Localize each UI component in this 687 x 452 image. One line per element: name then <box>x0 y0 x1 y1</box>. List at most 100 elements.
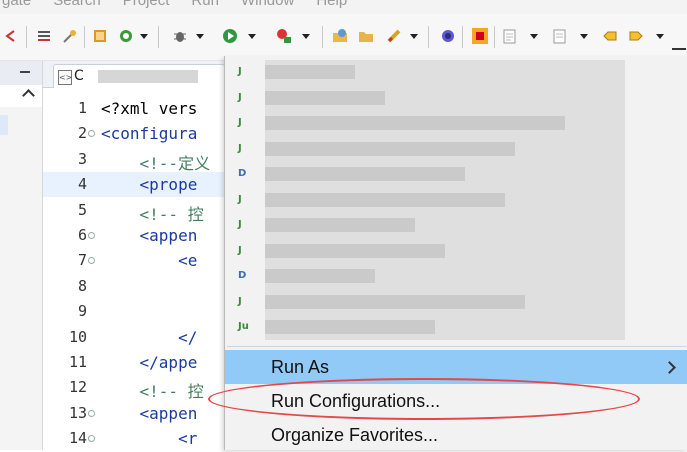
code-line[interactable]: 2 <configura <box>43 121 224 146</box>
chevron-up-icon[interactable] <box>22 89 35 102</box>
line-number: 1 <box>77 99 87 117</box>
prev-icon[interactable] <box>602 28 618 44</box>
junit-test-icon: J <box>238 193 242 205</box>
main-toolbar <box>0 14 687 61</box>
code-text: <appen <box>101 403 198 423</box>
line-number: 12 <box>68 378 87 397</box>
chevron-down-icon[interactable] <box>656 34 664 39</box>
organize-favorites-label: Organize Favorites... <box>271 425 439 445</box>
junit-test-icon: Ju <box>238 321 249 332</box>
line-number: 4 <box>77 175 87 194</box>
code-line[interactable]: 11 </appe <box>43 350 224 375</box>
code-token: <prope <box>101 175 198 195</box>
open-folder-icon[interactable] <box>358 28 374 44</box>
code-line[interactable]: 14 <r <box>43 426 224 451</box>
junit-launch-icon: J <box>238 66 242 77</box>
package-explorer-pane <box>0 61 43 450</box>
code-text: <r <box>101 429 197 448</box>
code-line[interactable]: 6 <appen <box>43 223 224 248</box>
outline-icon[interactable] <box>36 28 52 44</box>
code-line[interactable]: 5 <!-- 控 <box>43 198 224 225</box>
fold-toggle-icon[interactable] <box>88 232 95 239</box>
edit-icon[interactable] <box>502 28 518 44</box>
minimize-icon[interactable] <box>20 71 30 73</box>
toolbar-separator <box>158 26 159 48</box>
tools-icon[interactable] <box>62 28 78 44</box>
fold-toggle-icon[interactable] <box>88 130 95 138</box>
chevron-down-icon[interactable] <box>302 34 310 39</box>
save-icon[interactable] <box>552 28 568 44</box>
app-launch-icon: J <box>238 142 242 154</box>
code-line[interactable]: 13 <appen <box>43 401 224 426</box>
circle-icon[interactable] <box>440 28 456 44</box>
code-token: <r <box>101 429 198 449</box>
code-line[interactable]: 12 <!-- 控 <box>43 375 224 402</box>
build-icon[interactable] <box>92 28 108 44</box>
menu-project[interactable]: Project <box>123 0 170 9</box>
menu-window[interactable]: Window <box>241 0 294 9</box>
tree-row[interactable] <box>0 85 42 107</box>
code-line[interactable]: 3 <!--定义 <box>43 147 224 174</box>
line-number: 3 <box>77 149 87 168</box>
chevron-down-icon[interactable] <box>140 34 148 39</box>
toolbar-separator <box>428 26 429 48</box>
line-number: 8 <box>77 276 87 295</box>
debug-icon[interactable] <box>172 28 188 44</box>
chevron-down-icon[interactable] <box>196 34 204 39</box>
code-line[interactable]: 4 <prope <box>43 172 224 198</box>
blurred-region <box>98 70 198 83</box>
menu-help[interactable]: Help <box>316 0 347 9</box>
code-text: <prope <box>101 175 198 195</box>
back-icon[interactable] <box>2 28 18 44</box>
chevron-down-icon[interactable] <box>580 34 588 39</box>
next-icon[interactable] <box>628 28 644 44</box>
toolbar-separator <box>462 26 463 48</box>
code-token: <?xml vers <box>101 99 198 118</box>
junit-test-icon: J <box>238 244 242 256</box>
view-tab[interactable] <box>0 61 42 86</box>
blurred-region <box>265 60 625 340</box>
stop-icon[interactable] <box>472 28 488 44</box>
organize-favorites-menu-item[interactable]: Organize Favorites... <box>225 418 687 452</box>
menu-search[interactable]: Search <box>53 0 101 9</box>
web-icon[interactable] <box>118 28 134 44</box>
rocket-icon[interactable] <box>386 28 402 44</box>
code-line[interactable]: 10 </ <box>43 325 224 350</box>
code-text: </ <box>101 328 197 347</box>
code-text: <?xml vers <box>101 99 197 118</box>
code-text: <!--定义 <box>101 150 211 174</box>
fold-toggle-icon[interactable] <box>88 435 95 443</box>
code-token: <!-- 控 <box>101 204 204 224</box>
line-number: 5 <box>77 200 87 219</box>
chevron-down-icon[interactable] <box>530 34 538 39</box>
junit-test-icon: J <box>238 219 242 230</box>
junit-test-icon: J <box>238 295 242 307</box>
app-launch-icon: D <box>238 270 247 281</box>
code-line[interactable]: 1 <?xml vers <box>43 96 224 121</box>
code-token: <!-- 控 <box>101 382 204 402</box>
menu-gate[interactable]: gate <box>2 0 31 9</box>
line-number: 13 <box>68 403 87 422</box>
chevron-down-icon[interactable] <box>410 34 418 39</box>
chevron-right-icon <box>663 361 676 374</box>
code-token: <!--定义 <box>101 153 211 173</box>
code-text: <!-- 控 <box>101 201 204 225</box>
more-icon[interactable] <box>672 36 686 50</box>
code-line[interactable]: 9 <box>43 299 224 324</box>
menu-separator <box>227 346 686 347</box>
editor-tab[interactable]: <> C <box>53 64 225 88</box>
code-text: <e <box>101 251 197 270</box>
external-tools-icon[interactable] <box>276 28 292 44</box>
open-type-icon[interactable] <box>332 28 348 44</box>
run-icon[interactable] <box>222 28 238 44</box>
chevron-down-icon[interactable] <box>248 34 256 39</box>
code-line[interactable]: 8 <box>43 274 224 299</box>
fold-toggle-icon[interactable] <box>88 257 95 265</box>
menu-run[interactable]: Run <box>191 0 219 9</box>
line-number: 9 <box>77 302 87 321</box>
code-token: <appen <box>101 403 198 423</box>
code-text: </appe <box>101 353 198 372</box>
line-number: 6 <box>77 226 87 244</box>
code-line[interactable]: 7 <e <box>43 248 224 273</box>
fold-toggle-icon[interactable] <box>88 409 95 417</box>
